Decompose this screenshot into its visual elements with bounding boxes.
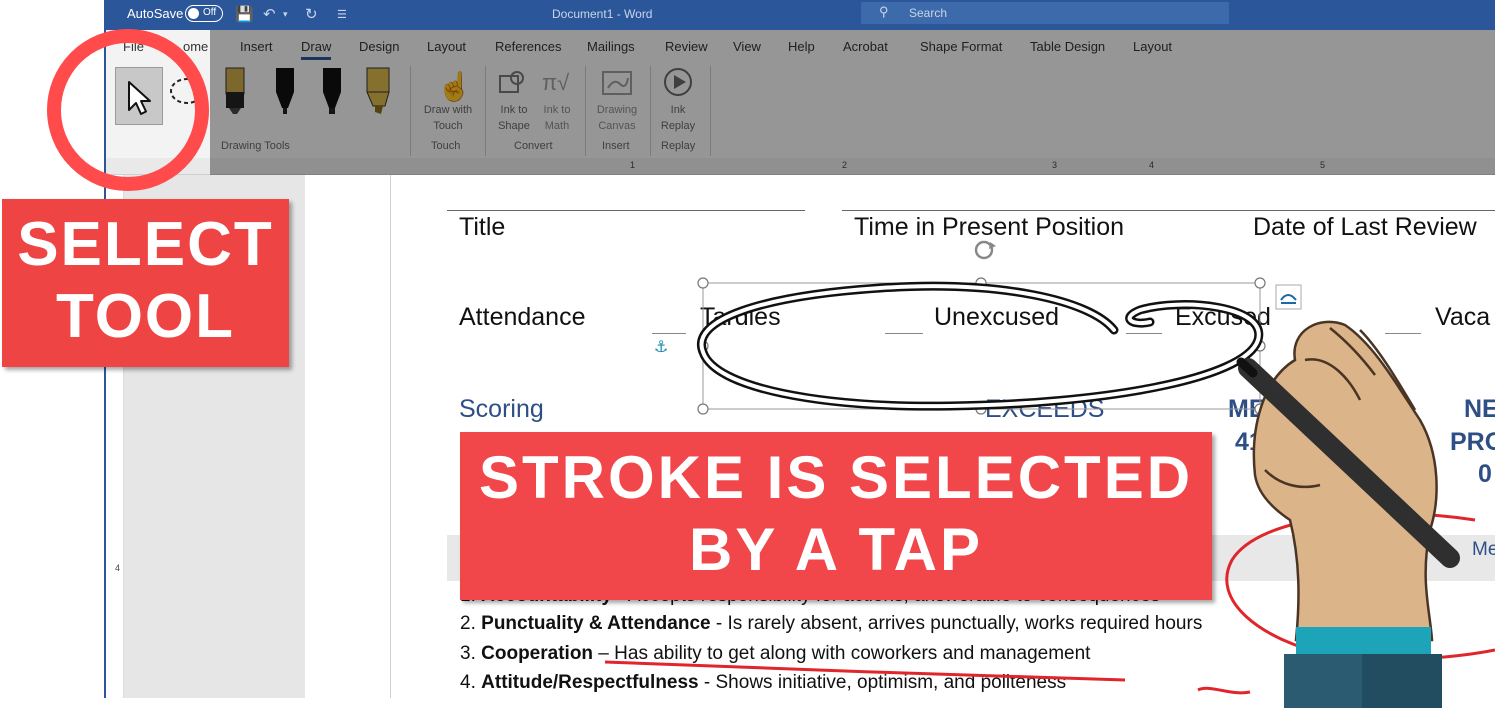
callout-line: SELECT [17, 210, 274, 279]
red-mark [1197, 686, 1251, 695]
callout-line: BY A TAP [688, 516, 984, 583]
select-tool-highlight-circle [47, 29, 209, 191]
rotate-handle-icon[interactable] [974, 240, 996, 260]
svg-text:⚓: ⚓ [654, 337, 668, 356]
stroke-selected-callout: STROKE IS SELECTED BY A TAP [460, 432, 1212, 600]
callout-line: STROKE IS SELECTED [478, 444, 1194, 511]
ink-stroke-inner [699, 284, 1261, 409]
hand-illustration [1236, 320, 1460, 708]
callout-line: TOOL [55, 282, 236, 351]
anchor-icon: ⚓ [654, 337, 668, 356]
layout-options-icon[interactable] [1275, 284, 1302, 310]
red-underline [604, 660, 1126, 682]
select-tool-callout: SELECT TOOL [2, 199, 289, 367]
